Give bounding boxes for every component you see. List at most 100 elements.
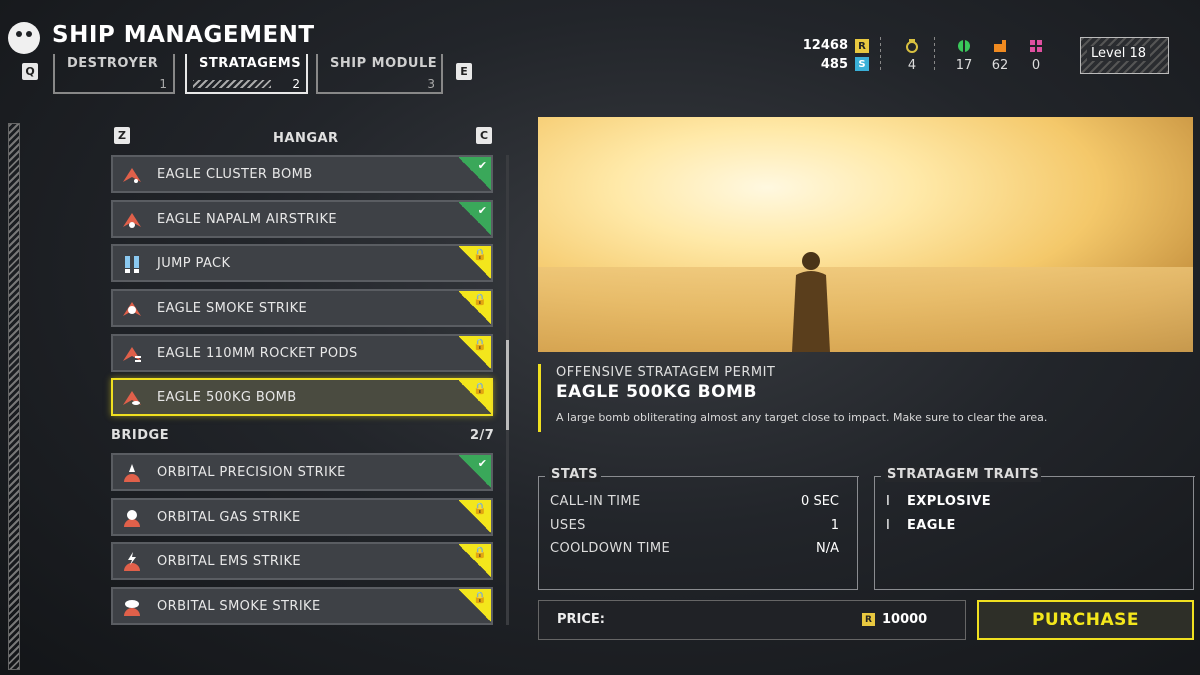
stat-value: N/A bbox=[816, 541, 839, 556]
tab-label: DESTROYER bbox=[67, 56, 159, 71]
medals-value: 4 bbox=[907, 58, 917, 73]
list-prev-key[interactable]: Z bbox=[114, 127, 130, 144]
orbital-icon bbox=[124, 600, 140, 616]
super-sample-icon bbox=[1029, 38, 1043, 52]
requisition-icon: R bbox=[862, 613, 875, 626]
super-samples-value: 0 bbox=[1031, 58, 1041, 73]
stratagem-label: ORBITAL PRECISION STRIKE bbox=[157, 465, 346, 480]
price-value: 10000 bbox=[882, 612, 928, 627]
stratagem-row-jump-pack[interactable]: JUMP PACK 🔒 bbox=[111, 244, 493, 282]
stat-name: COOLDOWN TIME bbox=[550, 541, 671, 556]
stratagem-label: EAGLE NAPALM AIRSTRIKE bbox=[157, 212, 338, 227]
tab-stratagems[interactable]: STRATAGEMS 2 bbox=[185, 54, 308, 94]
stratagem-row-eagle-cluster-bomb[interactable]: EAGLE CLUSTER BOMB ✔ bbox=[111, 155, 493, 193]
bridge-heading: BRIDGE bbox=[111, 428, 170, 443]
stats-title: STATS bbox=[549, 467, 601, 482]
stratagem-label: JUMP PACK bbox=[157, 256, 231, 271]
stratagem-label: EAGLE 500KG BOMB bbox=[157, 390, 297, 405]
purchase-button[interactable]: PURCHASE bbox=[977, 600, 1194, 640]
level-badge: Level 18 bbox=[1080, 37, 1169, 74]
stratagem-row-orbital-precision-strike[interactable]: ORBITAL PRECISION STRIKE ✔ bbox=[111, 453, 493, 491]
active-tab-indicator bbox=[193, 80, 271, 88]
eagle-icon bbox=[123, 302, 141, 316]
tab-number: 1 bbox=[159, 77, 167, 91]
owned-check-icon: ✔ bbox=[459, 455, 491, 489]
eagle-icon bbox=[123, 391, 141, 405]
soldier-silhouette bbox=[792, 252, 830, 352]
permit-type: OFFENSIVE STRATAGEM PERMIT bbox=[556, 365, 776, 380]
stratagem-preview-image bbox=[538, 117, 1193, 352]
tab-ship-module[interactable]: SHIP MODULE 3 bbox=[316, 54, 443, 94]
stratagem-label: ORBITAL EMS STRIKE bbox=[157, 554, 302, 569]
trait-name: EXPLOSIVE bbox=[907, 494, 992, 509]
traits-title: STRATAGEM TRAITS bbox=[885, 467, 1042, 482]
list-scrollbar-thumb[interactable] bbox=[506, 340, 509, 430]
stat-value: 1 bbox=[830, 518, 839, 533]
trait-name: EAGLE bbox=[907, 518, 956, 533]
orbital-icon bbox=[124, 552, 140, 571]
jump-pack-icon bbox=[125, 256, 139, 273]
level-label: Level 18 bbox=[1087, 46, 1150, 61]
stat-name: CALL-IN TIME bbox=[550, 494, 641, 509]
divider bbox=[880, 37, 881, 73]
rare-sample-icon bbox=[993, 38, 1007, 52]
stratagem-label: EAGLE 110MM ROCKET PODS bbox=[157, 346, 358, 361]
stratagem-row-eagle-napalm-airstrike[interactable]: EAGLE NAPALM AIRSTRIKE ✔ bbox=[111, 200, 493, 238]
super-credits-icon: S bbox=[855, 57, 869, 71]
common-sample-icon bbox=[957, 38, 971, 53]
panel-border bbox=[1038, 476, 1195, 477]
locked-icon: 🔒 bbox=[459, 544, 491, 578]
locked-icon: 🔒 bbox=[459, 380, 491, 414]
locked-icon: 🔒 bbox=[459, 246, 491, 280]
stratagem-row-orbital-smoke-strike[interactable]: ORBITAL SMOKE STRIKE 🔒 bbox=[111, 587, 493, 625]
tab-number: 3 bbox=[427, 77, 435, 91]
stratagem-label: ORBITAL SMOKE STRIKE bbox=[157, 599, 321, 614]
locked-icon: 🔒 bbox=[459, 500, 491, 534]
tab-prev-key[interactable]: Q bbox=[22, 63, 38, 80]
stratagem-row-eagle-110mm-rocket-pods[interactable]: EAGLE 110MM ROCKET PODS 🔒 bbox=[111, 334, 493, 372]
medal-icon bbox=[905, 38, 919, 53]
super-credits-value: 485 bbox=[820, 57, 848, 72]
preview-ground bbox=[538, 267, 1193, 352]
eagle-icon bbox=[123, 347, 141, 362]
tab-number: 2 bbox=[292, 77, 300, 91]
stratagem-row-orbital-ems-strike[interactable]: ORBITAL EMS STRIKE 🔒 bbox=[111, 542, 493, 580]
stratagem-label: EAGLE CLUSTER BOMB bbox=[157, 167, 313, 182]
bridge-count: 2/7 bbox=[470, 428, 495, 443]
trait-marker: I bbox=[886, 518, 890, 533]
stat-value: 0 SEC bbox=[801, 494, 839, 509]
stratagem-row-eagle-500kg-bomb[interactable]: EAGLE 500KG BOMB 🔒 bbox=[111, 378, 493, 416]
panel-border bbox=[601, 476, 859, 477]
trait-marker: I bbox=[886, 494, 890, 509]
stratagem-row-orbital-gas-strike[interactable]: ORBITAL GAS STRIKE 🔒 bbox=[111, 498, 493, 536]
left-decorative-rail bbox=[8, 123, 20, 670]
stratagem-label: EAGLE SMOKE STRIKE bbox=[157, 301, 308, 316]
panel-border bbox=[875, 476, 881, 477]
tab-destroyer[interactable]: DESTROYER 1 bbox=[53, 54, 175, 94]
divider bbox=[934, 37, 935, 73]
page-title: SHIP MANAGEMENT bbox=[52, 22, 315, 48]
orbital-icon bbox=[124, 464, 140, 482]
orbital-icon bbox=[124, 510, 140, 527]
tab-label: SHIP MODULE bbox=[330, 56, 438, 71]
stratagem-name: EAGLE 500KG BOMB bbox=[556, 382, 757, 402]
stratagem-row-eagle-smoke-strike[interactable]: EAGLE SMOKE STRIKE 🔒 bbox=[111, 289, 493, 327]
eagle-icon bbox=[123, 213, 141, 228]
requisition-icon: R bbox=[855, 39, 869, 53]
accent-bar bbox=[538, 364, 541, 432]
eagle-icon bbox=[123, 168, 141, 183]
locked-icon: 🔒 bbox=[459, 589, 491, 623]
tab-next-key[interactable]: E bbox=[456, 63, 472, 80]
hangar-heading: HANGAR bbox=[273, 131, 339, 146]
common-samples-value: 17 bbox=[955, 58, 973, 73]
locked-icon: 🔒 bbox=[459, 291, 491, 325]
stratagem-label: ORBITAL GAS STRIKE bbox=[157, 510, 301, 525]
owned-check-icon: ✔ bbox=[459, 157, 491, 191]
tab-label: STRATAGEMS bbox=[199, 56, 302, 71]
panel-border bbox=[539, 476, 545, 477]
requisition-value: 12468 bbox=[802, 38, 848, 53]
rare-samples-value: 62 bbox=[991, 58, 1009, 73]
stratagem-description: A large bomb obliterating almost any tar… bbox=[556, 411, 1048, 424]
list-next-key[interactable]: C bbox=[476, 127, 492, 144]
owned-check-icon: ✔ bbox=[459, 202, 491, 236]
